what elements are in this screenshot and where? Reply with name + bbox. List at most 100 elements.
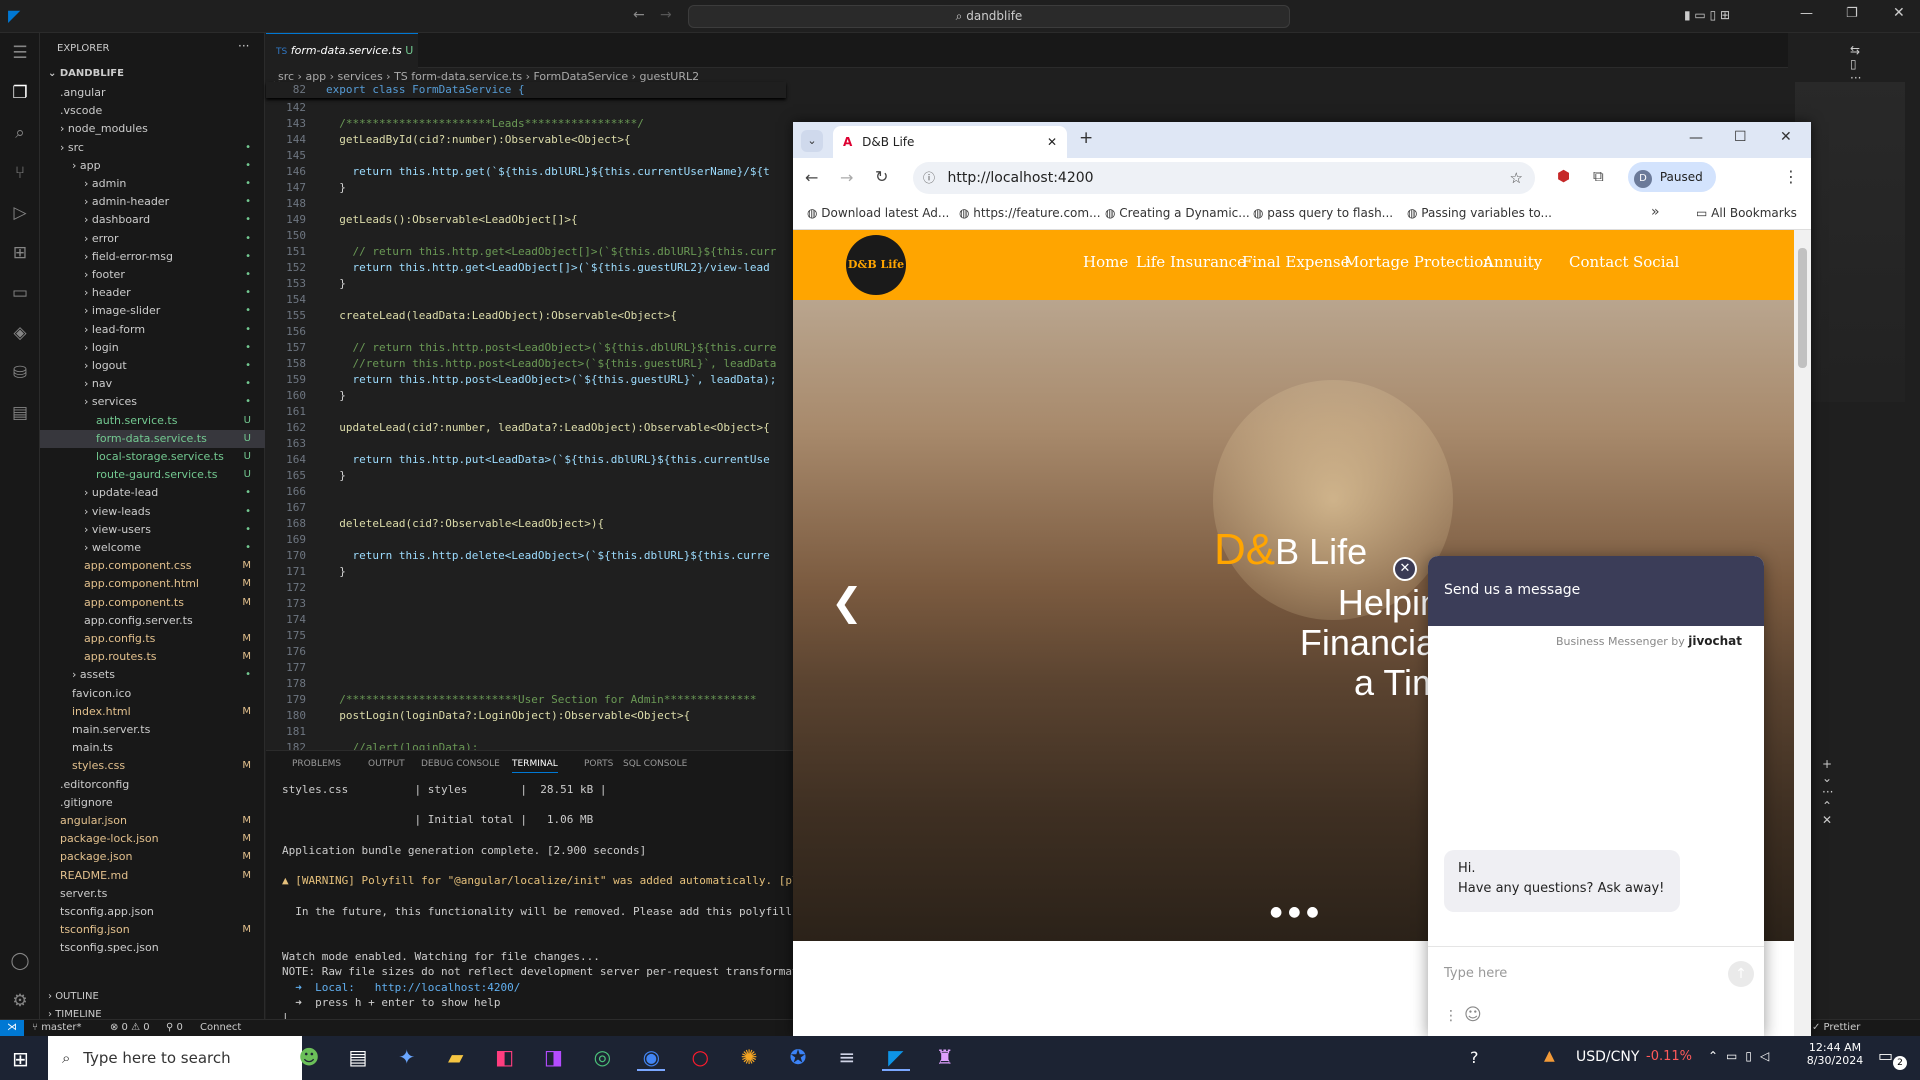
browser-green-icon[interactable]: ◎ [588,1045,616,1069]
site-nav-link[interactable]: Mortage Protection [1344,253,1493,271]
webstorm-icon[interactable]: ◨ [540,1045,568,1069]
explorer-icon[interactable]: ❐ [8,81,32,105]
new-tab-icon[interactable]: + [1079,128,1093,148]
close-tab-icon[interactable]: ✕ [1047,126,1057,158]
task-view-icon[interactable]: ▤ [344,1045,372,1069]
tree-item[interactable]: tsconfig.app.json [40,903,265,921]
emoji-icon[interactable]: ☺ [1464,1005,1482,1025]
windows-start-icon[interactable]: ⊞ [12,1047,29,1071]
file-explorer-icon[interactable]: ▰ [442,1045,470,1069]
chat-message-input[interactable]: Type here [1444,966,1507,981]
tree-item[interactable]: app.component.css M [40,557,265,575]
more-actions-icon[interactable]: ··· [238,39,249,53]
tree-item[interactable]: auth.service.ts U [40,412,265,430]
docker-icon[interactable]: ◈ [8,321,32,345]
remote-explorer-icon[interactable]: ▭ [8,281,32,305]
bookmark-item[interactable]: ◍ Creating a Dynamic... [1105,206,1250,220]
tree-item[interactable]: › image-slider • [40,302,265,320]
help-icon[interactable]: ? [1470,1048,1479,1067]
chrome-icon[interactable]: ◉ [637,1045,666,1071]
tree-item[interactable]: › admin-header • [40,193,265,211]
site-nav-link[interactable]: Home [1083,253,1128,271]
code-line[interactable]: 179 /**************************User Sect… [266,692,786,708]
gear-icon[interactable]: ⚙ [8,989,32,1013]
bookmark-item[interactable]: ◍ Passing variables to... [1407,206,1552,220]
panel-tab[interactable]: PORTS [584,759,613,769]
tree-item[interactable]: app.config.server.ts [40,612,265,630]
browser-tab[interactable]: A D&B Life ✕ [833,126,1067,158]
tree-item[interactable]: › src • [40,139,265,157]
code-line[interactable]: 176 [266,644,786,660]
code-line[interactable]: 151 // return this.http.get<LeadObject[]… [266,244,786,260]
address-bar[interactable]: ⓘ http://localhost:4200 ☆ [913,162,1535,194]
tree-item[interactable]: styles.css M [40,757,265,775]
site-nav-link[interactable]: Life Insurance [1136,253,1246,271]
tree-item[interactable]: app.component.html M [40,575,265,593]
extensions-icon[interactable]: ⊞ [8,241,32,265]
tree-item[interactable]: › field-error-msg • [40,248,265,266]
tree-item[interactable]: › nav • [40,375,265,393]
source-control-icon[interactable]: ⑂ [8,161,32,185]
tab-search-icon[interactable]: ⌄ [801,130,823,152]
vpn-icon[interactable]: ✪ [784,1045,812,1069]
code-line[interactable]: 143 /**********************Leads********… [266,116,786,132]
copilot-icon[interactable]: ✦ [393,1045,421,1069]
connect-status[interactable]: Connect [200,1022,241,1033]
tree-item[interactable]: › node_modules [40,120,265,138]
taskbar-search-box[interactable]: ⌕ Type here to search [48,1036,302,1080]
remote-indicator-icon[interactable]: ⋊ [0,1020,24,1037]
notifications-icon[interactable]: ▭ [1878,1046,1893,1065]
code-line[interactable]: 164 return this.http.put<LeadData>(`${th… [266,452,786,468]
more-bookmarks-icon[interactable]: » [1651,204,1660,220]
tree-item[interactable]: .gitignore [40,794,265,812]
code-line[interactable]: 169 [266,532,786,548]
workspace-root[interactable]: ⌄ DANDBLIFE [48,68,124,79]
database-icon[interactable]: ⛁ [8,361,32,385]
code-line[interactable]: 177 [266,660,786,676]
scrollbar-thumb[interactable] [1798,248,1807,368]
tree-item[interactable]: › admin • [40,175,265,193]
close-button[interactable]: ✕ [1893,5,1905,21]
intellij-icon[interactable]: ◧ [491,1045,519,1069]
page-scrollbar[interactable] [1794,230,1811,1036]
tree-item[interactable]: › assets • [40,666,265,684]
tree-item[interactable]: .vscode [40,102,265,120]
code-line[interactable]: 145 [266,148,786,164]
tree-item[interactable]: route-gaurd.service.ts U [40,466,265,484]
tab-form-data-service[interactable]: TS form-data.service.ts U ✕ [266,33,418,92]
sql-console-icon[interactable]: ▤ [8,401,32,425]
all-bookmarks-button[interactable]: ▭ All Bookmarks [1696,206,1797,220]
tree-item[interactable]: › dashboard • [40,211,265,229]
tree-item[interactable]: › logout • [40,357,265,375]
site-nav-link[interactable]: Contact [1569,253,1629,271]
code-line[interactable]: 178 [266,676,786,692]
site-nav-link[interactable]: Final Expense [1242,253,1350,271]
reload-icon[interactable]: ↻ [875,167,888,186]
code-line[interactable]: 167 [266,500,786,516]
code-line[interactable]: 171 } [266,564,786,580]
tree-item[interactable]: README.md M [40,867,265,885]
code-line[interactable]: 150 [266,228,786,244]
send-icon[interactable]: ↑ [1728,961,1754,987]
tree-item[interactable]: app.routes.ts M [40,648,265,666]
layout-toggle-icons[interactable]: ▮ ▭ ▯ ⊞ [1684,8,1730,22]
tree-item[interactable]: main.ts [40,739,265,757]
tree-item[interactable]: › services • [40,393,265,411]
code-line[interactable]: 168 deleteLead(cid?:Observable<LeadObjec… [266,516,786,532]
site-info-icon[interactable]: ⓘ [923,171,935,185]
code-line[interactable]: 175 [266,628,786,644]
bookmark-item[interactable]: ◍ https://feature.com... [959,206,1101,220]
ticker-pair[interactable]: USD/CNY [1576,1049,1639,1065]
panel-tab[interactable]: OUTPUT [368,759,405,769]
code-line[interactable]: 172 [266,580,786,596]
account-icon[interactable]: ◯ [8,949,32,973]
tree-item[interactable]: › app • [40,157,265,175]
tree-item[interactable]: › welcome • [40,539,265,557]
sticky-scroll-line[interactable]: 82 export class FormDataService { [266,82,786,98]
tree-item[interactable]: › login • [40,339,265,357]
extensions-puzzle-icon[interactable]: ⧉ [1593,167,1604,185]
browser-maximize-button[interactable]: ☐ [1734,129,1747,145]
slider-dots[interactable]: ●●● [1270,904,1325,920]
tree-item[interactable]: › error • [40,230,265,248]
code-line[interactable]: 165 } [266,468,786,484]
